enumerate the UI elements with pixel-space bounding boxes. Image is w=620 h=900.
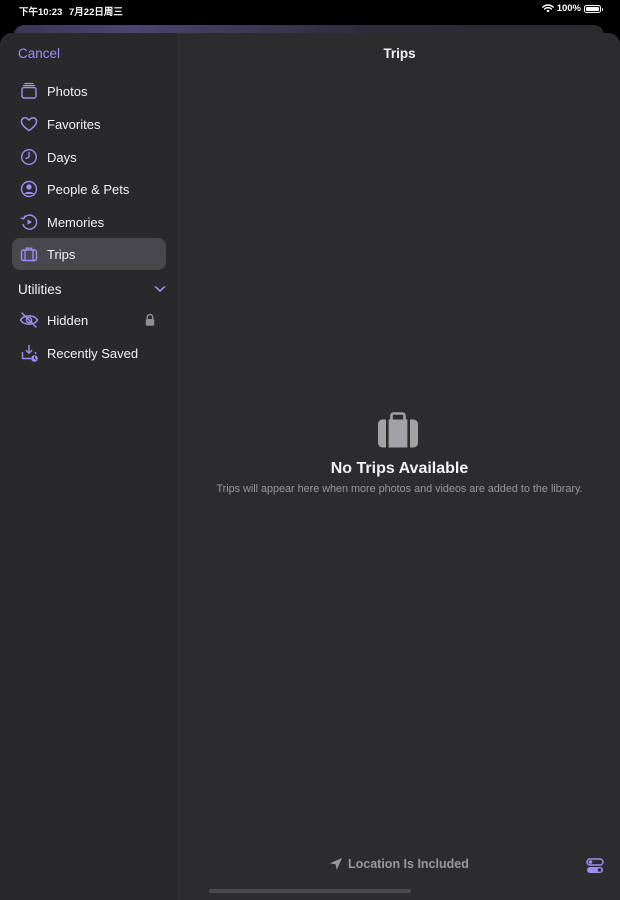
memories-icon [18,211,40,233]
person-circle-icon [18,178,40,200]
lock-icon [145,313,155,326]
utilities-header-label: Utilities [18,281,62,297]
screen: 下午10:23 7月22日周三 100% Cancel Photos Favor… [0,0,620,900]
sidebar-item-days[interactable]: Days [12,141,166,173]
chevron-down-icon [154,286,166,292]
main-content: Trips No Trips Available Trips will appe… [179,33,620,900]
sidebar-item-label: Photos [47,83,88,99]
status-date: 7月22日周三 [69,7,123,18]
sidebar-item-label: Trips [47,246,76,262]
status-right: 100% [541,3,603,14]
photos-icon [18,80,40,102]
sidebar-item-memories[interactable]: Memories [12,206,166,238]
wifi-icon [541,4,554,13]
sidebar-item-favorites[interactable]: Favorites [12,108,166,140]
status-time: 下午10:23 [19,7,63,18]
tray-download-icon [18,342,40,364]
sidebar-item-label: Favorites [47,116,101,132]
location-arrow-icon [330,858,342,870]
clock-icon [18,146,40,168]
sidebar-item-hidden[interactable]: Hidden [12,304,166,336]
toggles-icon[interactable] [586,857,604,875]
sidebar-item-people-pets[interactable]: People & Pets [12,173,166,205]
location-included-button[interactable]: Location Is Included [329,857,469,871]
sidebar: Cancel Photos Favorites Days People & Pe… [0,33,179,900]
utilities-section-header[interactable]: Utilities [18,279,166,299]
sidebar-item-trips[interactable]: Trips [12,238,166,270]
location-included-label: Location Is Included [348,857,469,871]
status-bar: 下午10:23 7月22日周三 100% [0,0,620,20]
sidebar-item-label: Days [47,149,77,165]
sidebar-item-photos[interactable]: Photos [12,75,166,107]
home-indicator [209,889,411,893]
sidebar-item-recently-saved[interactable]: Recently Saved [12,337,166,369]
sidebar-item-label: People & Pets [47,181,130,197]
page-title: Trips [383,46,416,61]
sidebar-item-label: Hidden [47,312,89,328]
suitcase-icon [18,243,40,265]
heart-icon [18,113,40,135]
empty-state-title: No Trips Available [330,460,469,477]
cancel-button[interactable]: Cancel [18,46,60,61]
suitcase-icon [378,412,418,448]
empty-state-subtitle: Trips will appear here when more photos … [216,483,583,495]
sidebar-item-label: Recently Saved [47,345,139,361]
battery-percent: 100% [556,3,581,14]
trips-modal: Cancel Photos Favorites Days People & Pe… [0,33,620,900]
sidebar-item-label: Memories [47,214,105,230]
eye-slash-icon [18,309,40,331]
battery-icon [584,4,603,13]
